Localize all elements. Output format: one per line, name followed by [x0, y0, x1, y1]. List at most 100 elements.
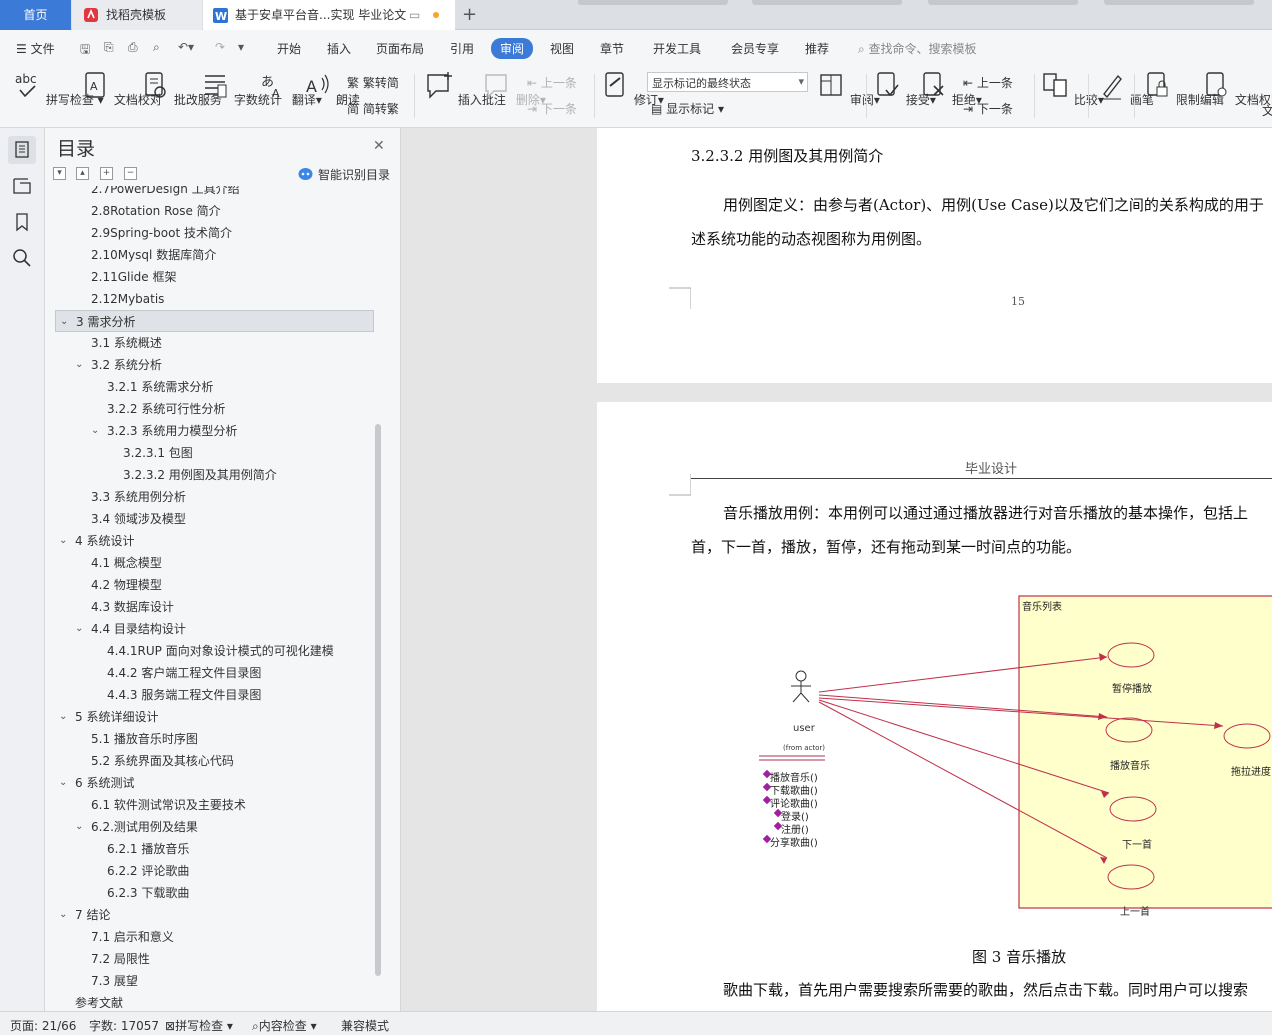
- page-indicator[interactable]: 页面: 21/66: [10, 1017, 76, 1034]
- menu-start[interactable]: 开始: [277, 40, 301, 57]
- menu-member[interactable]: 会员专享: [731, 40, 779, 57]
- toc-item[interactable]: ⌄ 4.4 目录结构设计: [75, 618, 186, 640]
- toc-item[interactable]: 3.1 系统概述: [91, 332, 162, 354]
- menu-insert[interactable]: 插入: [327, 40, 351, 57]
- redo-icon[interactable]: ↷: [215, 40, 225, 54]
- toc-item[interactable]: 6.1 软件测试常识及主要技术: [91, 794, 246, 816]
- hamburger-icon: ☰: [16, 42, 31, 56]
- new-tab-button[interactable]: +: [462, 4, 477, 25]
- toc-item[interactable]: 6.2.3 下载歌曲: [107, 882, 189, 904]
- compare-button[interactable]: 比较▾: [1040, 70, 1104, 108]
- toc-item[interactable]: 5.2 系统界面及其核心代码: [91, 750, 234, 772]
- chevron-down-icon[interactable]: ⌄: [60, 311, 68, 333]
- toc-item[interactable]: 7.1 启示和意义: [91, 926, 174, 948]
- print-icon[interactable]: ⎙: [128, 40, 138, 55]
- command-search[interactable]: ⌕ 查找命令、搜索模板: [858, 40, 977, 57]
- toc-item[interactable]: ⌄ 7 结论: [59, 904, 110, 926]
- chevron-down-icon[interactable]: ⌄: [75, 816, 83, 838]
- simplified-to-traditional-button[interactable]: 简 简转繁: [347, 100, 399, 117]
- word-count-indicator[interactable]: 字数: 17057: [89, 1017, 159, 1034]
- toc-item[interactable]: ⌄ 3.2 系统分析: [75, 354, 162, 376]
- chevron-down-icon[interactable]: ⌄: [59, 530, 67, 552]
- toc-item[interactable]: 4.4.1RUP 面向对象设计模式的可视化建模: [107, 640, 334, 662]
- bookmark-icon[interactable]: [8, 208, 36, 236]
- toc-item[interactable]: 4.2 物理模型: [91, 574, 162, 596]
- chevron-down-icon[interactable]: ⌄: [75, 354, 83, 376]
- doc-more-button[interactable]: 文: [1262, 102, 1272, 119]
- toc-item[interactable]: 3.2.2 系统可行性分析: [107, 398, 225, 420]
- tab-home[interactable]: 首页: [0, 0, 71, 30]
- expand-up-icon[interactable]: ▴: [76, 167, 89, 180]
- toc-item[interactable]: 2.7PowerDesign 工具介绍: [91, 186, 240, 200]
- menu-section[interactable]: 章节: [600, 40, 624, 57]
- add-heading-icon[interactable]: +: [100, 167, 113, 180]
- toc-scrollbar[interactable]: [375, 424, 381, 976]
- toc-item[interactable]: ⌄ 4 系统设计: [59, 530, 134, 552]
- toc-item[interactable]: ⌄ 3 需求分析: [55, 310, 374, 332]
- menu-review[interactable]: 审阅: [491, 38, 534, 59]
- menu-view[interactable]: 视图: [550, 40, 574, 57]
- toc-item[interactable]: 3.2.3.1 包图: [123, 442, 193, 464]
- quick-access-more-icon[interactable]: ▾: [238, 40, 244, 54]
- collapse-all-icon[interactable]: ▾: [53, 167, 66, 180]
- nav-panel-icon[interactable]: [8, 172, 36, 200]
- undo-icon[interactable]: ↶▾: [178, 40, 194, 54]
- menu-developer[interactable]: 开发工具: [653, 40, 701, 57]
- save-icon[interactable]: 🖫: [80, 40, 90, 61]
- toc-item[interactable]: 2.10Mysql 数据库简介: [91, 244, 216, 266]
- chevron-down-icon[interactable]: ⌄: [59, 904, 67, 926]
- next-change-button[interactable]: ⇥ 下一条: [963, 100, 1013, 117]
- toc-item[interactable]: 4.3 数据库设计: [91, 596, 174, 618]
- toc-item[interactable]: 2.11Glide 框架: [91, 266, 177, 288]
- content-check-status[interactable]: ⌕内容检查 ▾: [252, 1017, 317, 1034]
- toc-panel-icon[interactable]: [8, 136, 36, 164]
- toc-item[interactable]: ⌄ 5 系统详细设计: [59, 706, 158, 728]
- toc-item[interactable]: 6.2.2 评论歌曲: [107, 860, 189, 882]
- prev-comment-button[interactable]: ⇤ 上一条: [527, 74, 577, 91]
- menu-references[interactable]: 引用: [450, 40, 474, 57]
- chevron-down-icon[interactable]: ⌄: [59, 772, 67, 794]
- toc-item[interactable]: 4.1 概念模型: [91, 552, 162, 574]
- margin-corner-mark: [669, 287, 691, 309]
- close-icon[interactable]: ✕: [373, 138, 385, 154]
- markup-state-select[interactable]: 显示标记的最终状态: [647, 72, 808, 92]
- toc-item[interactable]: 7.2 局限性: [91, 948, 150, 970]
- toc-item[interactable]: 参考文献: [75, 992, 123, 1008]
- toc-item[interactable]: 4.4.2 客户端工程文件目录图: [107, 662, 261, 684]
- toc-item[interactable]: 5.1 播放音乐时序图: [91, 728, 198, 750]
- toc-item[interactable]: ⌄ 3.2.3 系统用力模型分析: [91, 420, 237, 442]
- toc-item[interactable]: 2.8Rotation Rose 简介: [91, 200, 221, 222]
- smart-toc-button[interactable]: 智能识别目录: [298, 166, 390, 183]
- toc-item[interactable]: 2.9Spring-boot 技术简介: [91, 222, 232, 244]
- menu-page-layout[interactable]: 页面布局: [376, 40, 424, 57]
- print-preview-icon[interactable]: ⌕: [153, 40, 160, 55]
- spell-check-status[interactable]: ⊠拼写检查 ▾: [165, 1017, 233, 1034]
- review-pane-button[interactable]: 审阅▾: [816, 70, 880, 108]
- toc-item[interactable]: 7.3 展望: [91, 970, 138, 992]
- read-aloud-icon: A: [302, 70, 332, 102]
- tab-document[interactable]: W 基于安卓平台音...实现 毕业论文 ▭: [203, 0, 455, 30]
- file-menu[interactable]: ☰ 文件: [16, 40, 55, 57]
- show-markup-button[interactable]: ▤ 显示标记 ▾: [651, 100, 724, 117]
- menu-recommend[interactable]: 推荐: [805, 40, 829, 57]
- monitor-icon[interactable]: ▭: [409, 0, 420, 30]
- toc-item[interactable]: 2.12Mybatis: [91, 288, 164, 310]
- remove-heading-icon[interactable]: −: [124, 167, 137, 180]
- toc-item[interactable]: ⌄ 6.2.测试用例及结果: [75, 816, 198, 838]
- toc-item[interactable]: 3.4 领域涉及模型: [91, 508, 186, 530]
- toc-item[interactable]: 4.4.3 服务端工程文件目录图: [107, 684, 261, 706]
- toc-item[interactable]: 3.2.1 系统需求分析: [107, 376, 213, 398]
- prev-change-button[interactable]: ⇤ 上一条: [963, 74, 1013, 91]
- toc-item[interactable]: 6.2.1 播放音乐: [107, 838, 189, 860]
- chevron-down-icon[interactable]: ⌄: [75, 618, 83, 640]
- chevron-down-icon[interactable]: ⌄: [59, 706, 67, 728]
- toc-item[interactable]: 3.3 系统用例分析: [91, 486, 186, 508]
- next-comment-button[interactable]: ⇥ 下一条: [527, 100, 577, 117]
- chevron-down-icon[interactable]: ⌄: [91, 420, 99, 442]
- toc-item[interactable]: ⌄ 6 系统测试: [59, 772, 134, 794]
- tab-template[interactable]: 找稻壳模板: [72, 0, 202, 30]
- export-icon[interactable]: ⎘: [104, 40, 114, 55]
- toc-item[interactable]: 3.2.3.2 用例图及其用例简介: [123, 464, 277, 486]
- find-icon[interactable]: [8, 244, 36, 272]
- traditional-to-simplified-button[interactable]: 繁 繁转简: [347, 74, 399, 91]
